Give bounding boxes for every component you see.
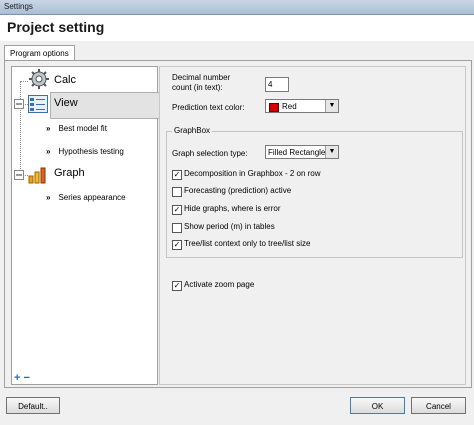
checkbox-label: Hide graphs, where is error	[184, 204, 281, 213]
checkbox-hide-graphs[interactable]: ✓	[172, 205, 182, 215]
prediction-color-select[interactable]: Red ▼	[265, 99, 339, 113]
tree-node-label: Hypothesis testing	[58, 147, 124, 156]
window-title: Settings	[4, 2, 33, 11]
checkbox-show-period[interactable]	[172, 223, 182, 233]
checkbox-forecasting[interactable]	[172, 187, 182, 197]
default-button[interactable]: Default..	[6, 397, 60, 414]
graphbox-legend: GraphBox	[172, 126, 213, 135]
header: Project setting	[0, 15, 474, 41]
tree-node-label: Calc	[54, 74, 77, 86]
chevron-down-icon: ▼	[325, 100, 338, 112]
title-bar: Settings	[0, 0, 474, 15]
chevron-icon: »	[46, 147, 51, 156]
decimal-count-label-line2: count (in text):	[172, 83, 223, 92]
checkbox-label: Activate zoom page	[184, 280, 255, 289]
collapse-icon[interactable]	[14, 170, 24, 180]
checkbox-label: Decomposition in Graphbox - 2 on row	[184, 169, 321, 178]
color-swatch	[269, 103, 279, 112]
add-icon[interactable]: +	[14, 372, 20, 384]
prediction-color-value: Red	[282, 102, 297, 111]
graph-selection-label: Graph selection type:	[172, 149, 248, 158]
chevron-icon: »	[46, 193, 51, 202]
tree-node-label: Best model fit	[58, 124, 107, 133]
chevron-icon: »	[46, 124, 51, 133]
remove-icon[interactable]: −	[24, 372, 30, 384]
tree-node-series-appearance[interactable]: » Series appearance	[46, 193, 126, 202]
checkbox-label: Show period (m) in tables	[184, 222, 275, 231]
collapse-icon[interactable]	[14, 99, 24, 109]
tree-connector	[20, 81, 28, 82]
checkbox-decomposition[interactable]: ✓	[172, 170, 182, 180]
ok-button[interactable]: OK	[350, 397, 405, 414]
gear-icon	[29, 69, 49, 89]
view-icon	[28, 95, 48, 113]
graph-selection-select[interactable]: Filled Rectangle ▼	[265, 145, 339, 159]
tree-node-best-model-fit[interactable]: » Best model fit	[46, 124, 107, 133]
chevron-down-icon: ▼	[325, 146, 338, 158]
tree-add-remove: + −	[14, 372, 30, 384]
tree-node-label: Series appearance	[58, 193, 126, 202]
tree-node-hypothesis-testing[interactable]: » Hypothesis testing	[46, 147, 124, 156]
tree-node-label: View	[54, 97, 78, 109]
decimal-count-label: Decimal number	[172, 73, 231, 82]
graph-selection-value: Filled Rectangle	[268, 148, 326, 157]
tab-program-options[interactable]: Program options	[4, 45, 75, 61]
bar-chart-icon	[28, 167, 46, 184]
prediction-color-label: Prediction text color:	[172, 103, 245, 112]
settings-tree[interactable]: Calc View » Best model fit » Hypothesis te…	[11, 66, 164, 385]
tree-node-label: Graph	[54, 167, 85, 179]
checkbox-tree-context[interactable]: ✓	[172, 240, 182, 250]
checkbox-activate-zoom[interactable]: ✓	[172, 281, 182, 291]
page-title: Project setting	[7, 19, 105, 35]
checkbox-label: Forecasting (prediction) active	[184, 186, 292, 195]
decimal-count-input[interactable]: 4	[265, 77, 289, 92]
tree-connector	[20, 81, 21, 175]
checkbox-label: Tree/list context only to tree/list size	[184, 239, 311, 248]
cancel-button[interactable]: Cancel	[411, 397, 466, 414]
